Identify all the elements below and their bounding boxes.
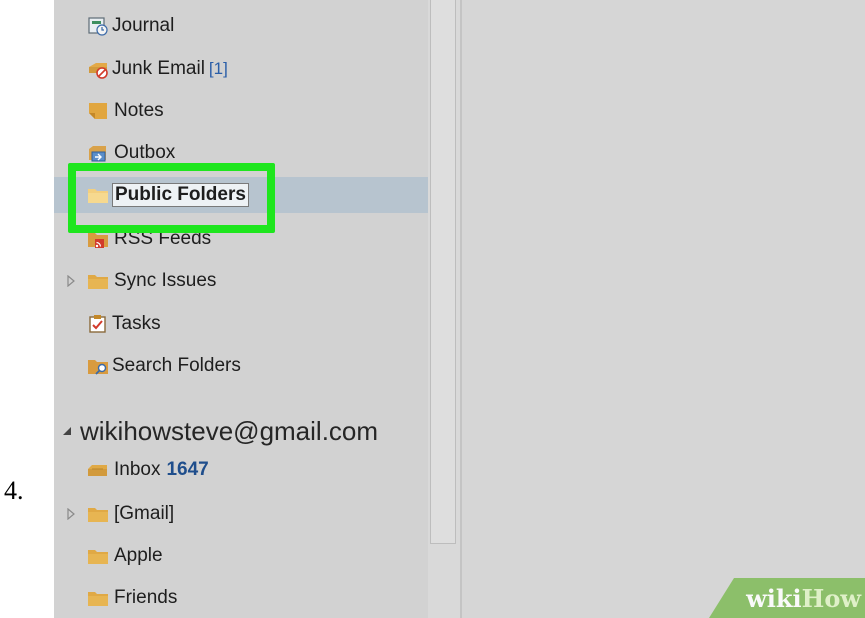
folder-item-gmail[interactable]: [Gmail] <box>54 496 428 532</box>
folder-item-friends[interactable]: Friends <box>54 580 428 616</box>
folder-item-search-folders[interactable]: Search Folders <box>54 348 428 384</box>
search-folder-icon <box>88 360 108 375</box>
folder-label-search-folders: Search Folders <box>112 355 241 376</box>
account-header[interactable]: wikihowsteve@gmail.com <box>62 414 378 448</box>
folder-label-inbox: Inbox 1647 <box>114 459 209 480</box>
account-email: wikihowsteve@gmail.com <box>80 415 379 446</box>
folder-item-apple[interactable]: Apple <box>54 538 428 574</box>
unread-count: [1] <box>208 59 228 78</box>
scrollbar-thumb[interactable] <box>430 0 456 544</box>
folder-label-journal: Journal <box>112 15 175 36</box>
folder-label-notes: Notes <box>114 100 164 121</box>
journal-icon <box>88 17 108 36</box>
folder-icon <box>88 508 108 522</box>
folder-label-junk-email: Junk Email [1] <box>112 58 228 79</box>
notes-icon <box>89 103 107 119</box>
unread-count: 1647 <box>166 459 209 480</box>
expand-arrow-icon[interactable] <box>66 508 76 520</box>
collapse-arrow-icon[interactable] <box>62 425 74 437</box>
folder-item-sync-issues[interactable]: Sync Issues <box>54 263 428 299</box>
scrollbar-track[interactable] <box>428 0 460 618</box>
tasks-icon <box>89 315 106 333</box>
step-number: 4. <box>4 476 24 505</box>
folder-label-sync-issues: Sync Issues <box>114 270 217 291</box>
folder-item-tasks[interactable]: Tasks <box>54 306 428 342</box>
inbox-icon <box>88 465 107 476</box>
outlook-screenshot: Journal Junk Email [1] Notes Outbox Publ… <box>54 0 865 618</box>
folder-label-friends: Friends <box>114 587 178 608</box>
folder-item-notes[interactable]: Notes <box>54 93 428 129</box>
watermark-text: wikiHow <box>746 584 861 613</box>
folder-icon <box>88 550 108 564</box>
outbox-icon <box>89 146 106 162</box>
folder-icon <box>88 275 108 289</box>
folder-item-inbox[interactable]: Inbox 1647 <box>54 452 428 488</box>
folder-item-junk-email[interactable]: Junk Email [1] <box>54 51 428 87</box>
folder-label-apple: Apple <box>114 545 163 566</box>
folder-item-journal[interactable]: Journal <box>54 8 428 44</box>
wikihow-watermark: wikiHow <box>705 578 865 618</box>
folder-label-gmail: [Gmail] <box>114 503 175 524</box>
reading-pane <box>462 0 865 618</box>
folder-icon <box>88 592 108 606</box>
folder-label-outbox: Outbox <box>114 142 176 163</box>
expand-arrow-icon[interactable] <box>66 275 76 287</box>
highlight-box <box>68 163 275 233</box>
folder-label-tasks: Tasks <box>112 313 161 334</box>
junk-email-icon <box>89 63 108 79</box>
folder-pane: Journal Junk Email [1] Notes Outbox Publ… <box>54 0 428 618</box>
